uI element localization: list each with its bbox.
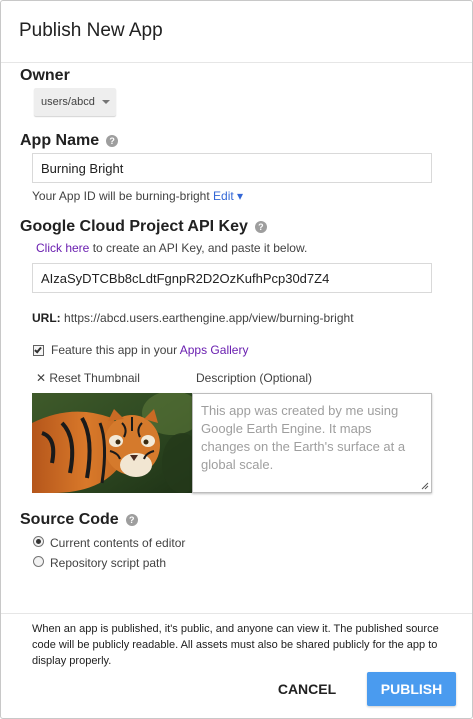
owner-label: Owner: [20, 67, 70, 84]
resize-grip-icon[interactable]: [421, 482, 429, 490]
api-key-instructions: Click here to create an API Key, and pas…: [36, 241, 308, 255]
description-label: Description (Optional): [196, 371, 313, 385]
feature-app-checkbox[interactable]: [33, 345, 44, 356]
dialog-title: Publish New App: [19, 20, 163, 41]
owner-selected-value: users/abcd: [41, 96, 95, 108]
edit-app-id-link[interactable]: Edit ▾: [213, 189, 243, 203]
app-name-label: App Name ?: [20, 132, 119, 150]
apps-gallery-link[interactable]: Apps Gallery: [180, 343, 249, 357]
help-icon[interactable]: ?: [125, 514, 138, 526]
api-key-input[interactable]: AIzaSyDTCBb8cLdtFgnpR2D2OzKufhPcp30d7Z4: [32, 263, 432, 293]
cancel-button[interactable]: CANCEL: [271, 672, 343, 706]
radio-current-editor-label[interactable]: Current contents of editor: [50, 536, 185, 550]
radio-repository-path[interactable]: [33, 556, 44, 567]
api-key-label: Google Cloud Project API Key ?: [20, 218, 267, 236]
chevron-down-icon: [102, 100, 110, 104]
app-id-hint: Your App ID will be burning-bright Edit …: [32, 189, 244, 203]
feature-app-text: Feature this app in your Apps Gallery: [51, 343, 249, 357]
radio-repository-path-label[interactable]: Repository script path: [50, 556, 166, 570]
checkmark-icon: [34, 345, 42, 354]
description-placeholder: This app was created by me using Google …: [201, 403, 406, 472]
help-icon[interactable]: ?: [106, 135, 119, 147]
help-icon[interactable]: ?: [254, 221, 267, 233]
description-textarea[interactable]: This app was created by me using Google …: [192, 393, 432, 493]
app-name-input[interactable]: Burning Bright: [32, 153, 432, 183]
publish-button[interactable]: PUBLISH: [367, 672, 456, 706]
app-thumbnail-image[interactable]: [32, 393, 192, 493]
radio-current-editor[interactable]: [33, 536, 44, 547]
reset-thumbnail-button[interactable]: ✕ Reset Thumbnail: [36, 371, 140, 385]
owner-select[interactable]: users/abcd: [34, 88, 116, 116]
publish-notice: When an app is published, it's public, a…: [32, 623, 439, 667]
create-api-key-link[interactable]: Click here: [36, 241, 89, 255]
dialog-header: Publish New App: [1, 1, 472, 63]
source-code-label: Source Code ?: [20, 511, 138, 529]
publish-app-dialog: Publish New App Owner users/abcd App Nam…: [0, 0, 473, 719]
app-url: URL: https://abcd.users.earthengine.app/…: [32, 311, 354, 325]
